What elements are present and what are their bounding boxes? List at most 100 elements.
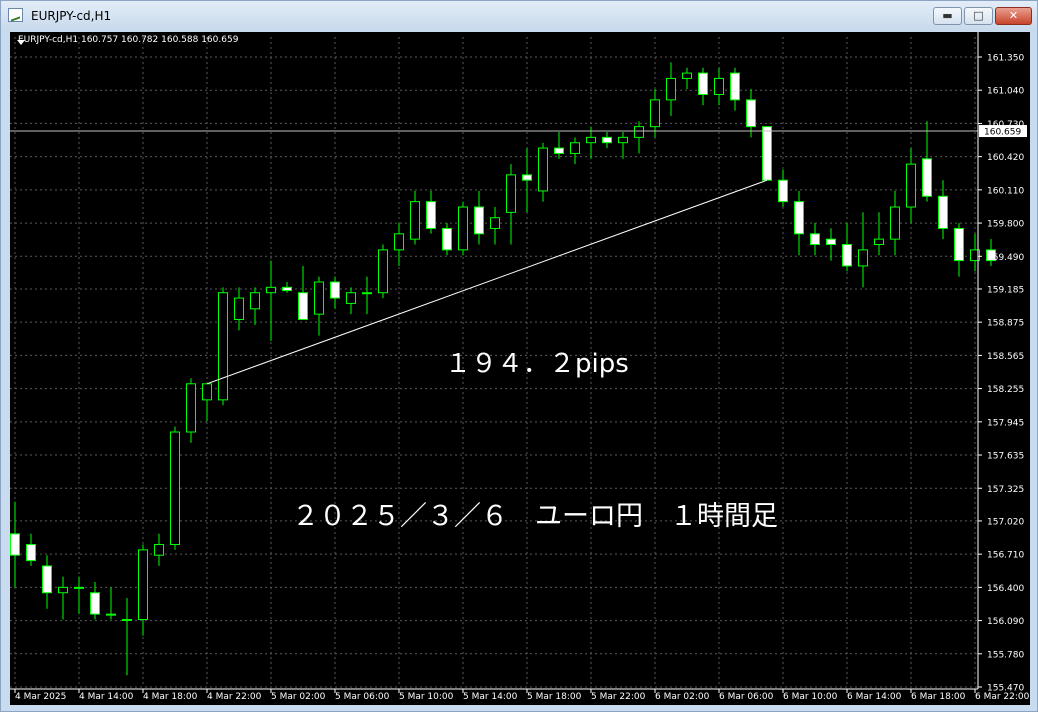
time-tick-label: 6 Mar 02:00 xyxy=(655,692,710,702)
price-tick-label: 157.945 xyxy=(987,418,1024,428)
candle-body xyxy=(922,158,932,197)
price-tick-label: 156.710 xyxy=(987,551,1024,561)
candle xyxy=(410,190,420,245)
candle xyxy=(778,169,788,207)
price-tick-label: 157.635 xyxy=(987,452,1024,462)
candle xyxy=(314,276,324,336)
candle xyxy=(858,212,868,288)
candle xyxy=(458,201,468,256)
candle xyxy=(810,223,820,256)
candle xyxy=(106,587,116,620)
candle-body xyxy=(314,281,324,315)
candle-body xyxy=(778,179,788,203)
candle-body xyxy=(426,201,436,229)
candle xyxy=(954,223,964,277)
time-tick-label: 5 Mar 14:00 xyxy=(463,692,518,702)
candlestick-chart[interactable]: １９４．２pips ２０２５／３／６ ユーロ円 １時間足 161.350 161.0… xyxy=(10,32,1030,705)
price-tick-label: 159.800 xyxy=(987,220,1024,230)
candle-body xyxy=(650,99,660,128)
candle xyxy=(874,212,884,256)
window-title: EURJPY-cd,H1 xyxy=(31,9,112,23)
maximize-button[interactable]: □ xyxy=(964,7,993,25)
candle-body xyxy=(106,613,116,616)
candle xyxy=(746,89,756,138)
candle xyxy=(378,244,388,299)
candle-body xyxy=(794,201,804,235)
current-price-label: 160.659 xyxy=(984,128,1021,138)
candle-body xyxy=(170,431,180,545)
candle xyxy=(506,164,516,245)
chart-info-label: EURJPY-cd,H1 160.757 160.782 160.588 160… xyxy=(18,35,239,45)
price-tick-label: 156.090 xyxy=(987,617,1024,627)
price-tick-label: 157.325 xyxy=(987,485,1024,495)
minimize-button[interactable]: ▬ xyxy=(933,7,962,25)
candle xyxy=(154,533,164,566)
price-tick-label: 156.400 xyxy=(987,584,1024,594)
time-tick-label: 6 Mar 14:00 xyxy=(847,692,902,702)
candle-body xyxy=(298,292,308,321)
candle xyxy=(602,132,612,149)
close-button[interactable]: ✕ xyxy=(995,7,1032,25)
price-tick-label: 158.565 xyxy=(987,352,1024,362)
candle-body xyxy=(954,227,964,262)
candle-body xyxy=(506,174,516,213)
candle xyxy=(890,190,900,256)
candle-body xyxy=(522,174,532,181)
candle xyxy=(906,148,916,224)
candle xyxy=(570,137,580,165)
candle-body xyxy=(890,206,900,240)
candle-body xyxy=(42,565,52,594)
time-tick-label: 4 Mar 22:00 xyxy=(207,692,262,702)
chart-area[interactable]: １９４．２pips ２０２５／３／６ ユーロ円 １時間足 161.350 161.0… xyxy=(10,32,1030,705)
candle xyxy=(794,190,804,256)
time-tick-label: 5 Mar 18:00 xyxy=(527,692,582,702)
chart-menu-arrow-icon[interactable] xyxy=(17,40,25,45)
price-axis: 161.350161.040160.730160.420160.110159.8… xyxy=(977,32,1027,694)
candle xyxy=(618,132,628,159)
candle-body xyxy=(826,238,836,245)
candle xyxy=(346,287,356,315)
candle-body xyxy=(234,297,244,321)
candle-body xyxy=(474,206,484,235)
candle xyxy=(730,67,740,111)
title-bar[interactable]: EURJPY-cd,H1 ▬ □ ✕ xyxy=(1,1,1037,31)
candle-body xyxy=(586,136,596,144)
candle xyxy=(922,121,932,202)
candle-body xyxy=(634,126,644,138)
candle-body xyxy=(330,281,340,299)
candle xyxy=(426,190,436,234)
candle-body xyxy=(490,217,500,229)
time-tick-label: 6 Mar 18:00 xyxy=(911,692,966,702)
candle xyxy=(74,576,84,615)
candle-body xyxy=(714,77,724,95)
price-tick-label: 157.020 xyxy=(987,517,1024,527)
candle xyxy=(42,555,52,609)
candle-body xyxy=(730,72,740,101)
candle-body xyxy=(394,233,404,251)
candle-body xyxy=(858,249,868,267)
candle xyxy=(842,223,852,272)
time-tick-label: 5 Mar 02:00 xyxy=(271,692,326,702)
candle-body xyxy=(666,77,676,101)
candle xyxy=(538,142,548,202)
price-tick-label: 161.040 xyxy=(987,87,1024,97)
price-tick-label: 159.490 xyxy=(987,253,1024,263)
time-tick-label: 4 Mar 14:00 xyxy=(79,692,134,702)
candle-body xyxy=(762,126,772,181)
candle xyxy=(282,282,292,293)
candle xyxy=(362,276,372,315)
candle xyxy=(490,207,500,245)
overlay: １９４．２pips ２０２５／３／６ ユーロ円 １時間足 xyxy=(10,130,978,532)
candle xyxy=(714,67,724,106)
candle-body xyxy=(874,238,884,245)
candle-body xyxy=(746,99,756,128)
candle xyxy=(682,67,692,90)
candle xyxy=(298,265,308,321)
candle xyxy=(666,62,676,116)
candle xyxy=(186,378,196,443)
candle-body xyxy=(186,383,196,433)
candle xyxy=(250,287,260,325)
candle xyxy=(394,223,404,266)
candle xyxy=(218,287,228,406)
candle xyxy=(138,544,148,636)
